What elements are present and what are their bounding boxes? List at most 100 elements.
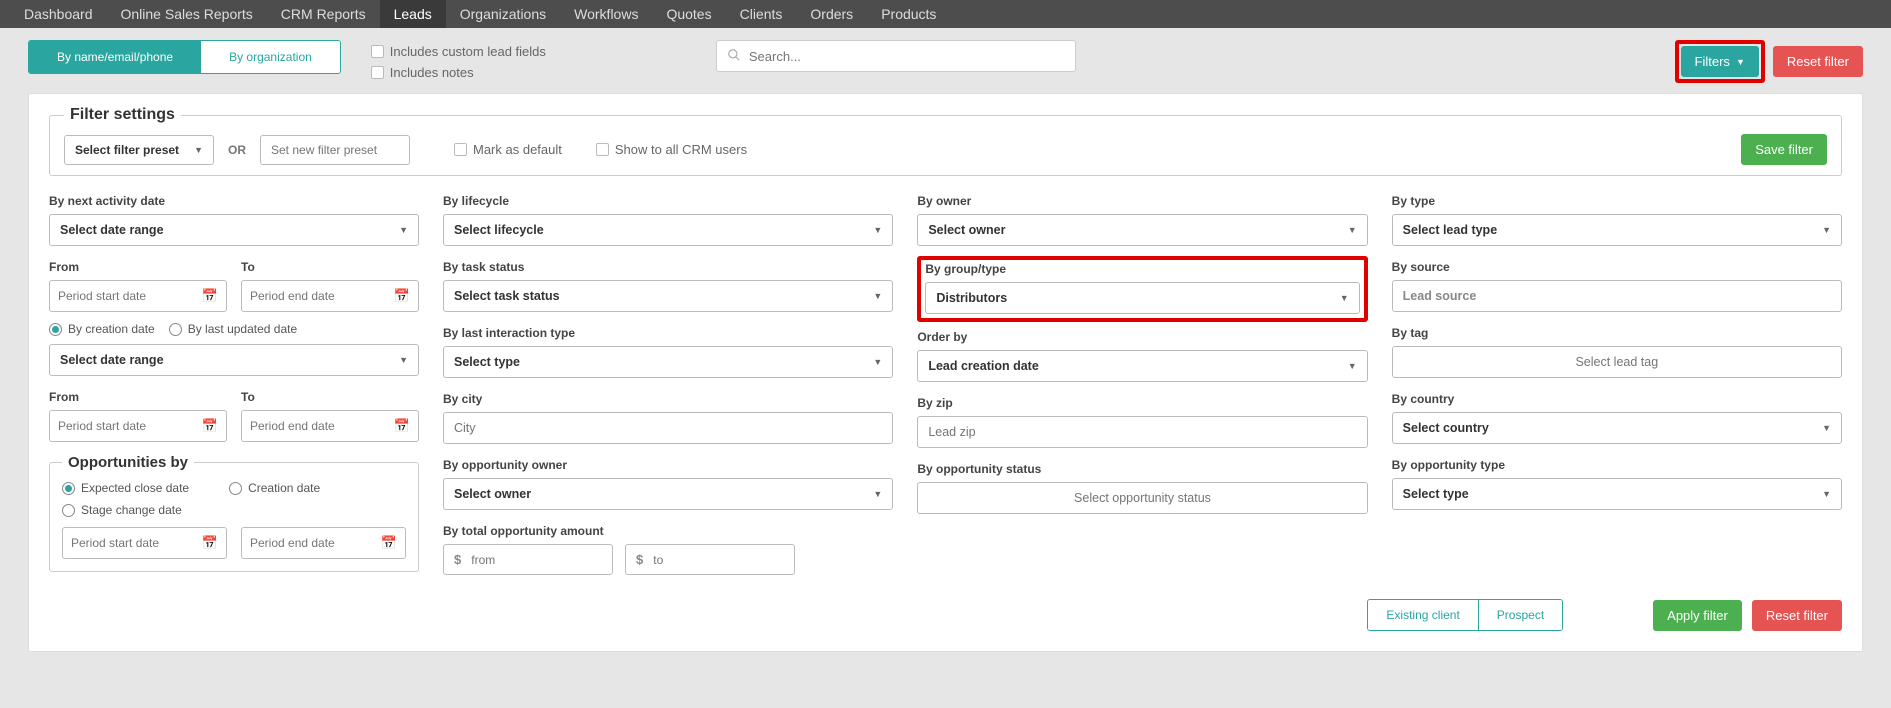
select-value: Select date range	[60, 353, 164, 367]
nav-clients[interactable]: Clients	[726, 0, 797, 28]
select-lead-type[interactable]: Select lead type ▼	[1392, 214, 1842, 246]
input-opp-to[interactable]: 📅	[241, 527, 406, 559]
input-from-1[interactable]: 📅	[49, 280, 227, 312]
select-group-type[interactable]: Distributors ▼	[925, 282, 1359, 314]
select-order-by[interactable]: Lead creation date ▼	[917, 350, 1367, 382]
radio-label: Expected close date	[81, 481, 189, 495]
input-to-2[interactable]: 📅	[241, 410, 419, 442]
select-value: Select date range	[60, 223, 164, 237]
date-field[interactable]	[250, 419, 394, 433]
radio-stage-change[interactable]: Stage change date	[62, 503, 182, 517]
chevron-down-icon: ▼	[1822, 423, 1831, 433]
amount-field[interactable]	[471, 553, 602, 567]
filter-preset-select[interactable]: Select filter preset ▼	[64, 135, 214, 165]
label-order-by: Order by	[917, 330, 1367, 344]
label-total-amount: By total opportunity amount	[443, 524, 893, 538]
reset-filter-button-top[interactable]: Reset filter	[1773, 46, 1863, 77]
label-opp-type: By opportunity type	[1392, 458, 1842, 472]
label-next-activity: By next activity date	[49, 194, 419, 208]
nav-online-sales[interactable]: Online Sales Reports	[107, 0, 267, 28]
nav-dashboard[interactable]: Dashboard	[10, 0, 107, 28]
group-type-highlight: By group/type Distributors ▼	[917, 256, 1367, 322]
apply-filter-button[interactable]: Apply filter	[1653, 600, 1742, 631]
toggle-by-org[interactable]: By organization	[201, 41, 340, 73]
date-field[interactable]	[250, 289, 394, 303]
input-source[interactable]	[1392, 280, 1842, 312]
toggle-by-name[interactable]: By name/email/phone	[29, 41, 201, 73]
date-field[interactable]	[71, 536, 202, 550]
currency-icon: $	[454, 552, 461, 567]
check-label: Show to all CRM users	[615, 142, 747, 157]
calendar-icon: 📅	[202, 288, 218, 304]
radio-icon	[62, 482, 75, 495]
nav-organizations[interactable]: Organizations	[446, 0, 560, 28]
input-tag[interactable]	[1392, 346, 1842, 378]
label-opp-owner: By opportunity owner	[443, 458, 893, 472]
save-filter-button[interactable]: Save filter	[1741, 134, 1827, 165]
select-lifecycle[interactable]: Select lifecycle ▼	[443, 214, 893, 246]
search-icon	[727, 48, 741, 65]
filter-col-3: By owner Select owner ▼ By group/type Di…	[917, 190, 1367, 585]
filters-button[interactable]: Filters ▼	[1681, 46, 1759, 77]
nav-workflows[interactable]: Workflows	[560, 0, 652, 28]
nav-quotes[interactable]: Quotes	[652, 0, 725, 28]
select-value: Select country	[1403, 421, 1489, 435]
new-preset-input[interactable]	[260, 135, 410, 165]
label-tag: By tag	[1392, 326, 1842, 340]
amount-field[interactable]	[653, 553, 784, 567]
reset-filter-button-bottom[interactable]: Reset filter	[1752, 600, 1842, 631]
checkbox-icon	[371, 66, 384, 79]
chevron-down-icon: ▼	[399, 355, 408, 365]
select-value: Select owner	[928, 223, 1005, 237]
date-field[interactable]	[250, 536, 381, 550]
check-includes-notes[interactable]: Includes notes	[371, 65, 546, 80]
nav-leads[interactable]: Leads	[380, 0, 446, 28]
nav-crm-reports[interactable]: CRM Reports	[267, 0, 380, 28]
chevron-down-icon: ▼	[873, 225, 882, 235]
input-zip[interactable]	[917, 416, 1367, 448]
radio-by-updated[interactable]: By last updated date	[169, 322, 297, 336]
select-owner[interactable]: Select owner ▼	[917, 214, 1367, 246]
input-to-1[interactable]: 📅	[241, 280, 419, 312]
input-opp-from[interactable]: 📅	[62, 527, 227, 559]
select-opp-type[interactable]: Select type ▼	[1392, 478, 1842, 510]
nav-orders[interactable]: Orders	[796, 0, 867, 28]
label-from: From	[49, 390, 227, 404]
label-to: To	[241, 390, 419, 404]
select-task-status[interactable]: Select task status ▼	[443, 280, 893, 312]
select-country[interactable]: Select country ▼	[1392, 412, 1842, 444]
client-type-segment: Existing client Prospect	[1367, 599, 1563, 631]
input-city[interactable]	[443, 412, 893, 444]
chevron-down-icon: ▼	[1340, 293, 1349, 303]
label-task-status: By task status	[443, 260, 893, 274]
filter-col-1: By next activity date Select date range …	[49, 190, 419, 585]
select-creation-range[interactable]: Select date range ▼	[49, 344, 419, 376]
radio-expected-close[interactable]: Expected close date	[62, 481, 189, 495]
search-box[interactable]	[716, 40, 1076, 72]
radio-by-creation[interactable]: By creation date	[49, 322, 155, 336]
input-opp-status[interactable]	[917, 482, 1367, 514]
nav-products[interactable]: Products	[867, 0, 950, 28]
chevron-down-icon: ▼	[1348, 225, 1357, 235]
input-amount-to[interactable]: $	[625, 544, 795, 575]
radio-icon	[49, 323, 62, 336]
input-amount-from[interactable]: $	[443, 544, 613, 575]
check-custom-fields[interactable]: Includes custom lead fields	[371, 44, 546, 59]
input-from-2[interactable]: 📅	[49, 410, 227, 442]
radio-creation-date[interactable]: Creation date	[229, 481, 320, 495]
filters-label: Filters	[1695, 54, 1730, 69]
check-mark-default[interactable]: Mark as default	[454, 142, 562, 157]
select-interaction-type[interactable]: Select type ▼	[443, 346, 893, 378]
label-opp-status: By opportunity status	[917, 462, 1367, 476]
check-show-all[interactable]: Show to all CRM users	[596, 142, 747, 157]
select-opp-owner[interactable]: Select owner ▼	[443, 478, 893, 510]
date-field[interactable]	[58, 289, 202, 303]
opp-legend: Opportunities by	[62, 454, 194, 471]
search-input[interactable]	[749, 49, 1065, 64]
date-field[interactable]	[58, 419, 202, 433]
seg-existing-client[interactable]: Existing client	[1368, 600, 1477, 630]
seg-prospect[interactable]: Prospect	[1478, 600, 1562, 630]
filters-highlight: Filters ▼	[1675, 40, 1765, 83]
select-value: Select task status	[454, 289, 560, 303]
select-next-activity-range[interactable]: Select date range ▼	[49, 214, 419, 246]
